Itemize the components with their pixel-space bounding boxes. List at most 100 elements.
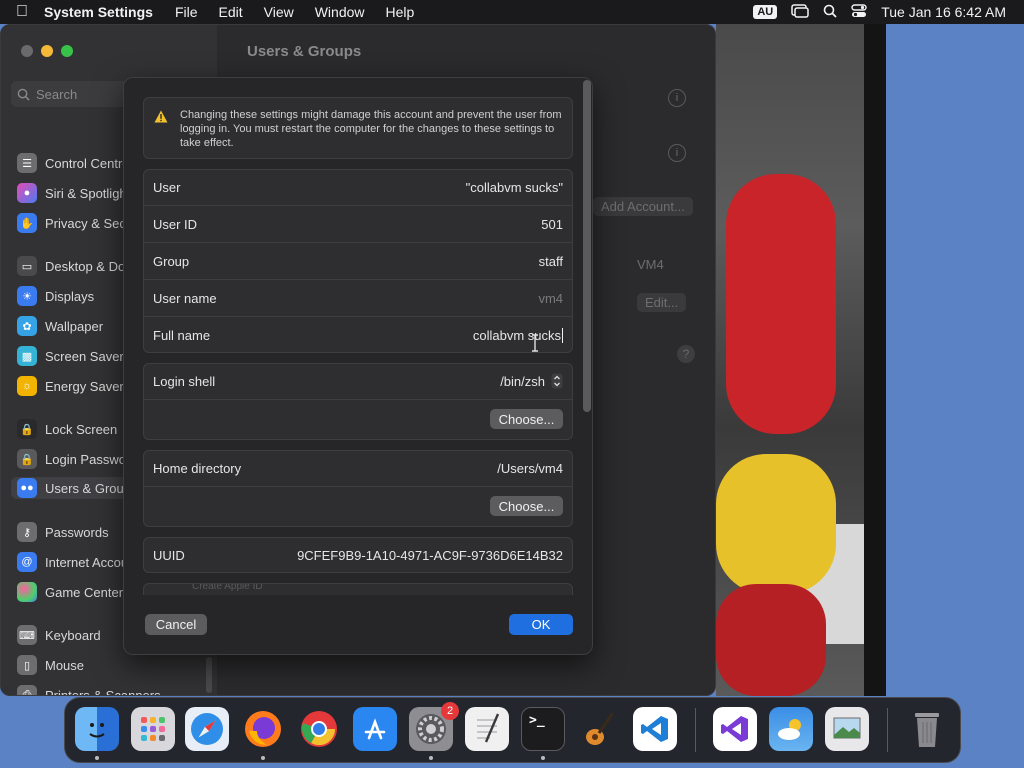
preview-icon[interactable] [825, 707, 869, 751]
full-name-input[interactable]: collabvm sucks [473, 327, 563, 343]
visual-studio-icon[interactable] [713, 707, 757, 751]
divider [144, 316, 572, 317]
terminal-icon[interactable]: >_ [521, 707, 565, 751]
ok-button[interactable]: OK [509, 614, 573, 635]
sidebar-item-mouse[interactable]: ▯ Mouse [17, 654, 207, 676]
dock: >_ [64, 697, 961, 763]
dialog-scrollbar[interactable] [583, 80, 591, 412]
sidebar-item-printers-scanners[interactable]: ⎙ Printers & Scanners [17, 684, 207, 695]
info-icon[interactable]: i [668, 89, 686, 107]
desktop-wallpaper-strip [864, 24, 886, 696]
key-icon: ⚷ [17, 522, 37, 542]
desktop-icon: ▭ [17, 256, 37, 276]
menu-app-name[interactable]: System Settings [44, 4, 153, 20]
home-directory-label: Home directory [153, 460, 242, 476]
cancel-button[interactable]: Cancel [145, 614, 207, 635]
apple-menu-icon[interactable]:  [0, 3, 44, 21]
menu-view[interactable]: View [264, 4, 294, 20]
add-account-button[interactable]: Add Account... [593, 197, 693, 216]
dock-separator [695, 708, 696, 752]
choose-home-directory-button[interactable]: Choose... [490, 496, 563, 516]
weather-icon[interactable] [769, 707, 813, 751]
full-name-label: Full name [153, 327, 211, 343]
divider [144, 399, 572, 400]
user-id-field[interactable]: 501 [541, 217, 563, 232]
user-label: User [153, 179, 181, 195]
uuid-label: UUID [153, 547, 185, 563]
printer-icon: ⎙ [17, 685, 37, 695]
menu-file[interactable]: File [175, 4, 198, 20]
edit-button[interactable]: Edit... [637, 293, 687, 312]
home-directory-row: Home directory /Users/vm4 [153, 458, 563, 478]
firefox-icon[interactable] [241, 707, 285, 751]
vm4-selector[interactable]: VM4 [637, 257, 664, 272]
divider [144, 205, 572, 206]
desktop-wallpaper-photo [716, 24, 886, 696]
wallpaper-icon: ✿ [17, 316, 37, 336]
divider [144, 486, 572, 487]
home-directory-value: /Users/vm4 [497, 460, 563, 476]
app-store-icon[interactable] [353, 707, 397, 751]
control-center-icon[interactable] [851, 3, 867, 21]
info-icon[interactable]: i [668, 144, 686, 162]
lock-icon: 🔒 [17, 449, 37, 469]
finder-icon[interactable] [75, 707, 119, 751]
dock-separator [887, 708, 888, 752]
choose-login-shell-button[interactable]: Choose... [490, 409, 563, 429]
garageband-icon[interactable] [577, 707, 621, 751]
vscode-icon[interactable] [633, 707, 677, 751]
user-value: "collabvm sucks" [465, 179, 563, 195]
group-label: Group [153, 253, 190, 269]
menu-edit[interactable]: Edit [219, 4, 243, 20]
users-icon: ●● [17, 478, 37, 498]
divider [144, 242, 572, 243]
running-indicator [95, 756, 99, 760]
trash-icon[interactable] [905, 707, 949, 751]
sidebar-scrollbar[interactable] [206, 657, 212, 693]
game-center-icon [17, 582, 37, 602]
window-zoom-button[interactable] [61, 45, 73, 57]
warning-text: Changing these settings might damage thi… [180, 109, 562, 149]
group-row: Group staff [153, 251, 563, 271]
stepper-chevrons-icon [551, 373, 563, 389]
warning-box: Changing these settings might damage thi… [143, 97, 573, 159]
screensaver-icon: ▩ [17, 346, 37, 366]
login-shell-label: Login shell [153, 373, 216, 389]
full-name-row: Full name collabvm sucks [153, 325, 563, 345]
lock-icon: 🔒 [17, 419, 37, 439]
menu-clock[interactable]: Tue Jan 16 6:42 AM [881, 4, 1006, 20]
running-indicator [261, 756, 265, 760]
menu-bar:  System Settings File Edit View Window … [0, 0, 1024, 24]
screen-mirroring-icon[interactable] [791, 3, 809, 21]
user-name-field: vm4 [538, 290, 563, 306]
notification-badge: 2 [441, 702, 459, 720]
at-icon: @ [17, 552, 37, 572]
textedit-icon[interactable] [465, 707, 509, 751]
window-close-button[interactable] [21, 45, 33, 57]
spotlight-search-icon[interactable] [823, 4, 837, 21]
chrome-icon[interactable] [297, 707, 341, 751]
group-field[interactable]: staff [539, 254, 563, 269]
search-icon [17, 88, 30, 101]
login-shell-select[interactable]: /bin/zsh [500, 373, 563, 389]
launchpad-icon[interactable] [131, 707, 175, 751]
user-id-row: User ID 501 [153, 214, 563, 234]
sun-icon: ☀ [17, 286, 37, 306]
keyboard-icon: ⌨ [17, 625, 37, 645]
hand-icon: ✋ [17, 213, 37, 233]
safari-icon[interactable] [185, 707, 229, 751]
warning-icon [154, 110, 170, 126]
search-placeholder: Search [36, 86, 78, 102]
divider [144, 279, 572, 280]
menu-window[interactable]: Window [315, 4, 365, 20]
window-minimize-button[interactable] [41, 45, 53, 57]
desktop-wallpaper [886, 24, 1024, 696]
text-cursor-icon [530, 334, 540, 352]
uuid-field[interactable]: 9CFEF9B9-1A10-4971-AC9F-9736D6E14B32 [297, 548, 563, 563]
help-icon[interactable]: ? [677, 345, 695, 363]
input-source-indicator[interactable]: AU [753, 5, 778, 19]
running-indicator [429, 756, 433, 760]
control-centre-icon: ☰ [17, 153, 37, 173]
mouse-icon: ▯ [17, 655, 37, 675]
menu-help[interactable]: Help [386, 4, 415, 20]
